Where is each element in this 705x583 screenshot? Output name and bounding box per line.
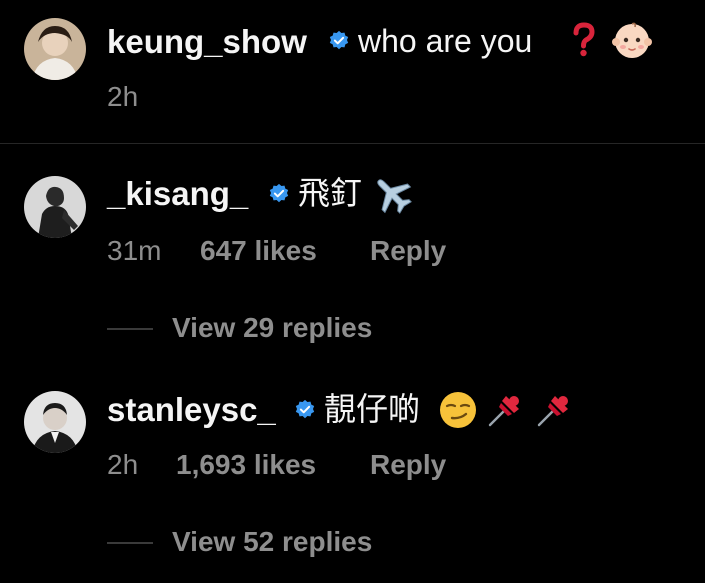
comment-time: 2h xyxy=(107,449,139,480)
comment-time: 31m xyxy=(107,235,162,266)
view-replies-button[interactable]: View 29 replies xyxy=(172,314,372,342)
verified-badge-icon xyxy=(295,399,315,419)
caption-text: who are you xyxy=(358,23,533,59)
question-mark-icon xyxy=(573,22,595,57)
avatar-stanleysc[interactable] xyxy=(24,391,86,453)
caption-divider xyxy=(0,143,705,144)
caption-username[interactable]: keung_show xyxy=(107,25,307,58)
reply-button[interactable]: Reply xyxy=(370,451,446,479)
replies-dash xyxy=(107,542,153,544)
comment-text: 靚仔啲 xyxy=(324,391,421,427)
airplane-icon xyxy=(377,179,412,214)
view-replies-button[interactable]: View 52 replies xyxy=(172,528,372,556)
comment-likes[interactable]: 647 likes xyxy=(200,237,317,265)
smirking-face-icon xyxy=(440,392,476,428)
verified-badge-icon xyxy=(269,183,289,203)
pushpin-icon xyxy=(488,396,519,427)
comment-username[interactable]: stanleysc_ xyxy=(107,393,276,426)
comment-text: 飛釘 xyxy=(298,175,363,211)
baby-face-icon xyxy=(612,22,652,58)
replies-dash xyxy=(107,328,153,330)
reply-button[interactable]: Reply xyxy=(370,237,446,265)
comment-likes[interactable]: 1,693 likes xyxy=(176,451,316,479)
comment-username[interactable]: _kisang_ xyxy=(107,177,248,210)
avatar-kisang[interactable] xyxy=(24,176,86,238)
caption-time: 2h xyxy=(107,81,139,112)
avatar-keung-show[interactable] xyxy=(24,18,86,80)
verified-badge-icon xyxy=(329,30,349,50)
pushpin-icon xyxy=(537,396,568,427)
